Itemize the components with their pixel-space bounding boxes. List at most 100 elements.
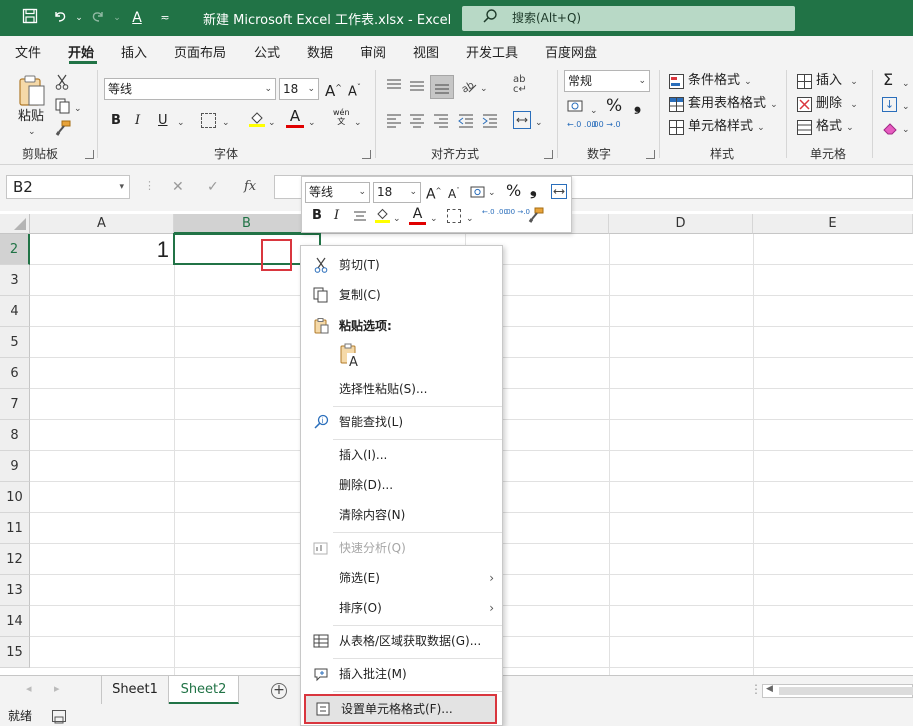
search-box[interactable]: 搜索(Alt+Q) xyxy=(462,6,795,31)
merge-center-icon[interactable] xyxy=(513,111,531,129)
paste-icon[interactable] xyxy=(16,74,46,108)
tab-baidu-netdisk[interactable]: 百度网盘 xyxy=(545,42,597,61)
column-header-b[interactable]: B xyxy=(174,214,320,234)
conditional-formatting-icon[interactable] xyxy=(669,74,684,89)
align-middle-icon[interactable] xyxy=(409,78,425,94)
menu-item-delete[interactable]: 删除(D)... xyxy=(301,470,502,500)
border-dropdown-icon[interactable]: ⌄ xyxy=(222,114,230,132)
increase-indent-icon[interactable] xyxy=(482,112,498,128)
decrease-indent-icon[interactable] xyxy=(458,112,474,128)
mini-align-center-icon[interactable] xyxy=(353,210,367,224)
increase-decimal-button[interactable]: ←.0 .00 xyxy=(567,120,597,129)
tab-insert[interactable]: 插入 xyxy=(121,42,147,61)
mini-decrease-decimal-button[interactable]: .00 →.0 xyxy=(504,208,530,216)
menu-item-filter[interactable]: 筛选(E) › xyxy=(301,563,502,593)
format-as-table-button[interactable]: 套用表格格式 ⌄ xyxy=(688,95,778,114)
column-header-a[interactable]: A xyxy=(30,214,174,234)
format-cells-ribbon-icon[interactable] xyxy=(797,120,812,135)
font-color-icon[interactable]: A xyxy=(286,108,304,128)
scroll-right-icon[interactable]: ▸ xyxy=(54,682,60,695)
font-color-dropdown-icon[interactable]: ⌄ xyxy=(308,114,316,132)
delete-cells-icon[interactable] xyxy=(797,97,812,112)
mini-font-color-icon[interactable]: A xyxy=(409,206,426,225)
format-button[interactable]: 格式 ⌄ xyxy=(816,118,854,137)
shrink-font-button[interactable]: Aˇ xyxy=(348,79,361,101)
menu-item-clear-contents[interactable]: 清除内容(N) xyxy=(301,500,502,530)
undo-icon[interactable] xyxy=(50,8,70,28)
active-cell-b2[interactable] xyxy=(173,233,321,265)
row-header[interactable]: 12 xyxy=(0,544,30,575)
customize-quick-access-icon[interactable]: ≂ xyxy=(155,8,175,28)
row-header[interactable]: 10 xyxy=(0,482,30,513)
redo-dropdown-icon[interactable]: ⌄ xyxy=(107,8,127,28)
font-size-combo[interactable]: 18 ⌄ xyxy=(279,78,319,100)
select-all-corner[interactable] xyxy=(0,214,30,234)
comma-style-button[interactable]: ❟ xyxy=(634,96,641,114)
align-center-icon[interactable] xyxy=(409,112,425,128)
font-name-combo[interactable]: 等线 ⌄ xyxy=(104,78,276,100)
fill-color-dropdown-icon[interactable]: ⌄ xyxy=(268,114,276,132)
insert-cells-icon[interactable] xyxy=(797,74,812,89)
row-header[interactable]: 13 xyxy=(0,575,30,606)
number-format-combo[interactable]: 常规 ⌄ xyxy=(564,70,650,92)
delete-cells-button[interactable]: 删除 ⌄ xyxy=(816,95,858,114)
autosum-button[interactable]: Σ xyxy=(883,71,893,89)
copy-dropdown-icon[interactable]: ⌄ xyxy=(74,100,82,118)
align-right-icon[interactable] xyxy=(433,112,449,128)
mini-border-icon[interactable] xyxy=(447,209,461,223)
conditional-formatting-button[interactable]: 条件格式 ⌄ xyxy=(688,72,752,91)
paste-dropdown-icon[interactable]: ⌄ xyxy=(28,123,36,141)
tab-view[interactable]: 视图 xyxy=(413,42,439,61)
row-header[interactable]: 3 xyxy=(0,265,30,296)
cell-styles-button[interactable]: 单元格样式 ⌄ xyxy=(688,118,765,137)
tab-home[interactable]: 开始 xyxy=(68,42,94,61)
grow-font-button[interactable]: A^ xyxy=(325,79,342,100)
orientation-icon[interactable]: ab xyxy=(459,77,477,96)
horizontal-scrollbar[interactable]: ◀ xyxy=(762,684,913,698)
accessibility-icon[interactable] xyxy=(52,710,66,724)
mini-accounting-dropdown-icon[interactable]: ⌄ xyxy=(488,184,496,202)
insert-function-button[interactable]: fx xyxy=(244,179,256,194)
accounting-dropdown-icon[interactable]: ⌄ xyxy=(590,102,598,120)
mini-border-dropdown-icon[interactable]: ⌄ xyxy=(466,210,474,228)
row-header[interactable]: 7 xyxy=(0,389,30,420)
insert-cells-button[interactable]: 插入 ⌄ xyxy=(816,72,858,91)
name-box[interactable]: B2 ▾ xyxy=(6,175,130,199)
format-painter-icon[interactable] xyxy=(55,120,71,136)
column-header-d[interactable]: D xyxy=(609,214,753,234)
redo-icon[interactable] xyxy=(88,8,108,28)
save-icon[interactable] xyxy=(20,8,40,28)
wrap-text-icon[interactable]: ab c↵ xyxy=(513,75,531,97)
phonetic-dropdown-icon[interactable]: ⌄ xyxy=(354,114,362,132)
bold-button[interactable]: B xyxy=(111,112,121,130)
cancel-entry-button[interactable]: ✕ xyxy=(172,179,184,195)
cell-styles-icon[interactable] xyxy=(669,120,684,135)
column-header-e[interactable]: E xyxy=(753,214,913,234)
row-header[interactable]: 14 xyxy=(0,606,30,637)
sheet-tab-sheet2[interactable]: Sheet2 xyxy=(169,676,239,704)
menu-item-cut[interactable]: 剪切(T) xyxy=(301,250,502,280)
phonetic-guide-button[interactable]: wén 文 xyxy=(333,108,350,126)
underline-button[interactable]: U xyxy=(158,112,168,130)
undo-dropdown-icon[interactable]: ⌄ xyxy=(69,8,89,28)
menu-item-quick-analysis[interactable]: 快速分析(Q) xyxy=(301,533,502,563)
menu-item-format-cells[interactable]: 设置单元格格式(F)... xyxy=(304,694,497,724)
tab-review[interactable]: 审阅 xyxy=(360,42,386,61)
mini-font-color-dropdown-icon[interactable]: ⌄ xyxy=(430,210,438,228)
mini-comma-button[interactable]: ❟ xyxy=(530,181,537,199)
font-dialog-launcher[interactable] xyxy=(362,150,371,159)
mini-font-size-combo[interactable]: 18 ⌄ xyxy=(373,182,421,203)
percent-style-button[interactable]: % xyxy=(606,97,622,115)
tab-formulas[interactable]: 公式 xyxy=(254,42,280,61)
mini-format-painter-icon[interactable] xyxy=(528,207,544,223)
scroll-left-icon[interactable]: ◂ xyxy=(26,682,32,695)
mini-grow-font-button[interactable]: A^ xyxy=(426,182,441,204)
mini-increase-decimal-button[interactable]: ←.0 .00 xyxy=(482,208,508,216)
row-header[interactable]: 8 xyxy=(0,420,30,451)
sheet-tab-sheet1[interactable]: Sheet1 xyxy=(101,676,169,704)
menu-item-insert[interactable]: 插入(I)... xyxy=(301,440,502,470)
mini-font-name-combo[interactable]: 等线 ⌄ xyxy=(305,182,370,203)
accounting-format-icon[interactable] xyxy=(567,98,587,114)
format-as-table-icon[interactable] xyxy=(669,97,684,112)
mini-shrink-font-button[interactable]: Aˇ xyxy=(448,182,460,203)
